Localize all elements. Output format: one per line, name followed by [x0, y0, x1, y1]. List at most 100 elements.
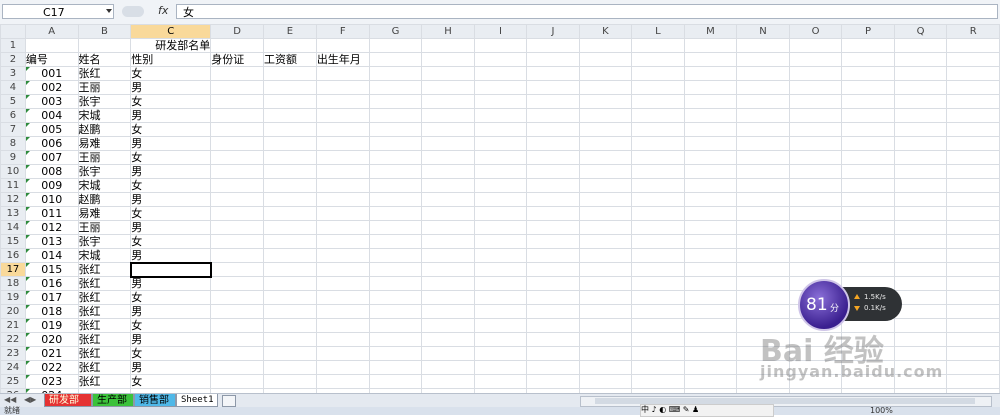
cell-h12[interactable] [421, 192, 475, 207]
cell-f10[interactable] [315, 164, 370, 179]
cell-d17[interactable] [210, 262, 265, 277]
cell-g14[interactable] [368, 220, 423, 235]
cell-e18[interactable] [263, 276, 317, 291]
cell-l14[interactable] [631, 220, 685, 235]
cell-e8[interactable] [263, 136, 317, 151]
cell-o8[interactable] [788, 136, 843, 151]
column-header-c[interactable]: C [130, 24, 212, 39]
cell-i21[interactable] [473, 318, 528, 333]
cell-n4[interactable] [736, 80, 790, 95]
cell-e25[interactable] [263, 374, 317, 389]
cell-p8[interactable] [841, 136, 895, 151]
cell-i4[interactable] [473, 80, 528, 95]
cell-f1[interactable] [315, 38, 370, 53]
cell-m24[interactable] [683, 360, 738, 375]
cell-j9[interactable] [526, 150, 580, 165]
cell-m1[interactable] [683, 38, 738, 53]
cell-l22[interactable] [631, 332, 685, 347]
cell-c21[interactable]: 女 [130, 318, 212, 333]
cell-l16[interactable] [631, 248, 685, 263]
cell-a21[interactable]: 019 [24, 318, 79, 333]
cell-e24[interactable] [263, 360, 317, 375]
cell-d24[interactable] [210, 360, 265, 375]
cell-c17[interactable] [129, 261, 212, 278]
cell-g10[interactable] [368, 164, 423, 179]
cell-i2[interactable] [473, 52, 528, 67]
cell-m17[interactable] [683, 262, 738, 277]
cell-q3[interactable] [893, 66, 948, 81]
cell-r13[interactable] [946, 206, 1000, 221]
column-header-l[interactable]: L [631, 24, 685, 39]
cell-b11[interactable]: 宋城 [77, 178, 132, 193]
cell-n20[interactable] [736, 304, 790, 319]
cell-h17[interactable] [421, 262, 475, 277]
cell-p11[interactable] [841, 178, 895, 193]
cell-h21[interactable] [421, 318, 475, 333]
cell-b4[interactable]: 王丽 [77, 80, 132, 95]
cell-c20[interactable]: 男 [130, 304, 212, 319]
cell-r17[interactable] [946, 262, 1000, 277]
cell-m20[interactable] [683, 304, 738, 319]
cell-a1[interactable] [24, 38, 79, 53]
cell-k2[interactable] [578, 52, 633, 67]
cell-q15[interactable] [893, 234, 948, 249]
cell-q5[interactable] [893, 94, 948, 109]
cell-b6[interactable]: 宋城 [77, 108, 132, 123]
row-header[interactable]: 7 [0, 122, 26, 137]
cell-m5[interactable] [683, 94, 738, 109]
cell-d19[interactable] [210, 290, 265, 305]
row-header[interactable]: 1 [0, 38, 26, 53]
cell-j21[interactable] [526, 318, 580, 333]
column-header-q[interactable]: Q [893, 24, 948, 39]
cell-k23[interactable] [578, 346, 633, 361]
cell-c22[interactable]: 男 [130, 332, 212, 347]
cell-b25[interactable]: 张红 [77, 374, 132, 389]
cell-j20[interactable] [526, 304, 580, 319]
cell-k19[interactable] [578, 290, 633, 305]
cell-i10[interactable] [473, 164, 528, 179]
cell-k12[interactable] [578, 192, 633, 207]
cell-n17[interactable] [736, 262, 790, 277]
cell-j17[interactable] [526, 262, 580, 277]
cell-n13[interactable] [736, 206, 790, 221]
cell-g17[interactable] [368, 262, 423, 277]
cell-e22[interactable] [263, 332, 317, 347]
cell-f2[interactable]: 出生年月 [315, 52, 370, 67]
cell-a12[interactable]: 010 [24, 192, 79, 207]
cell-h16[interactable] [421, 248, 475, 263]
cell-a8[interactable]: 006 [24, 136, 79, 151]
cell-q6[interactable] [893, 108, 948, 123]
cell-f18[interactable] [315, 276, 370, 291]
cell-a20[interactable]: 018 [24, 304, 79, 319]
speed-score-badge[interactable]: 81 分 [798, 279, 850, 331]
cell-m6[interactable] [683, 108, 738, 123]
cell-l6[interactable] [631, 108, 685, 123]
cell-j16[interactable] [526, 248, 580, 263]
cell-h9[interactable] [421, 150, 475, 165]
cell-l19[interactable] [631, 290, 685, 305]
cell-i8[interactable] [473, 136, 528, 151]
cell-l5[interactable] [631, 94, 685, 109]
cell-c8[interactable]: 男 [130, 136, 212, 151]
cell-e11[interactable] [263, 178, 317, 193]
cell-r14[interactable] [946, 220, 1000, 235]
cell-j2[interactable] [526, 52, 580, 67]
cell-e7[interactable] [263, 122, 317, 137]
tab-sales[interactable]: 销售部 [134, 394, 176, 407]
cell-d13[interactable] [210, 206, 265, 221]
cell-p6[interactable] [841, 108, 895, 123]
tab-production[interactable]: 生产部 [92, 394, 134, 407]
cell-b23[interactable]: 张红 [77, 346, 132, 361]
cell-b7[interactable]: 赵鹏 [77, 122, 132, 137]
cell-c14[interactable]: 男 [130, 220, 212, 235]
cell-d7[interactable] [210, 122, 265, 137]
cell-b21[interactable]: 张红 [77, 318, 132, 333]
cell-h8[interactable] [421, 136, 475, 151]
row-header[interactable]: 17 [0, 262, 26, 277]
cell-r2[interactable] [946, 52, 1000, 67]
cell-m3[interactable] [683, 66, 738, 81]
cell-e2[interactable]: 工资额 [263, 52, 317, 67]
cell-l18[interactable] [631, 276, 685, 291]
cell-g21[interactable] [368, 318, 423, 333]
cell-p5[interactable] [841, 94, 895, 109]
